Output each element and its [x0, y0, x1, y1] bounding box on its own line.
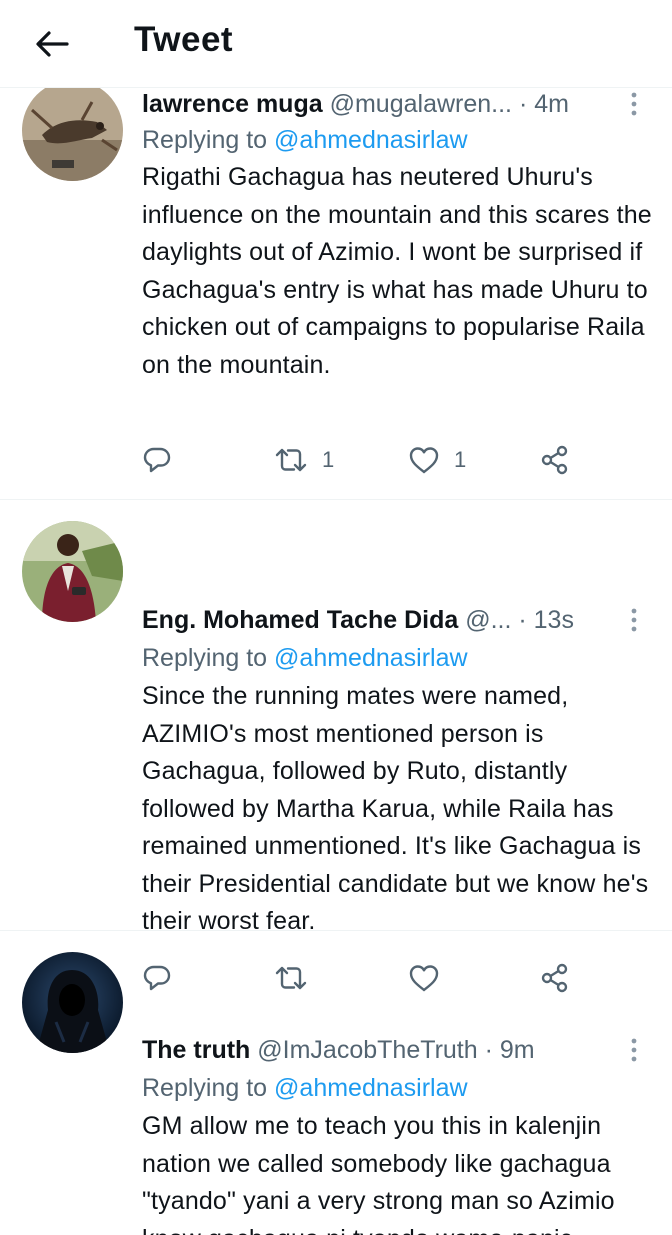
- separator-dot: ·: [518, 90, 528, 118]
- top-bar: Tweet: [0, 0, 672, 88]
- replying-to-handle[interactable]: @ahmednasirlaw: [274, 1074, 468, 1102]
- like-count: 1: [454, 447, 467, 472]
- author-name[interactable]: lawrence muga: [142, 90, 323, 118]
- author-handle[interactable]: @...: [465, 606, 511, 634]
- tweet-header: lawrence muga @mugalawren... · 4m: [142, 88, 624, 122]
- tweet-time[interactable]: 13s: [534, 606, 574, 634]
- more-vertical-icon: [631, 1038, 637, 1062]
- more-vertical-icon: [631, 608, 637, 632]
- replying-to-handle[interactable]: @ahmednasirlaw: [274, 126, 468, 154]
- retweet-count: 1: [322, 447, 335, 472]
- replying-to: Replying to @ahmednasirlaw: [142, 1070, 468, 1106]
- tweet-header: The truth @ImJacobTheTruth · 9m: [142, 1032, 624, 1068]
- tweet-time[interactable]: 4m: [534, 90, 569, 118]
- heart-icon: [409, 447, 439, 474]
- replying-to: Replying to @ahmednasirlaw: [142, 640, 468, 676]
- share-button[interactable]: [540, 440, 570, 480]
- reply-feed: lawrence muga @mugalawren... · 4m Replyi…: [0, 88, 672, 1235]
- replying-to-handle[interactable]: @ahmednasirlaw: [274, 644, 468, 672]
- replying-to-label: Replying to: [142, 1074, 268, 1102]
- tweet-header: Eng. Mohamed Tache Dida @... · 13s: [142, 602, 624, 638]
- share-icon: [541, 445, 568, 475]
- arrow-left-icon: [36, 31, 69, 57]
- tweet-text: GM allow me to teach you this in kalenji…: [142, 1112, 615, 1235]
- tweet-time[interactable]: 9m: [500, 1036, 535, 1064]
- tweet-text: Since the running mates were named, AZIM…: [142, 682, 649, 935]
- page-title: Tweet: [134, 20, 234, 59]
- replying-to-label: Replying to: [142, 126, 268, 154]
- avatar[interactable]: [22, 521, 123, 622]
- author-handle[interactable]: @ImJacobTheTruth: [257, 1036, 477, 1064]
- tweet[interactable]: The truth @ImJacobTheTruth · 9m Replying…: [0, 931, 672, 1235]
- more-button[interactable]: [624, 602, 644, 638]
- avatar-image: [22, 952, 123, 1053]
- more-vertical-icon: [631, 92, 637, 116]
- separator-dot: ·: [484, 1036, 493, 1064]
- reply-button[interactable]: [142, 440, 186, 480]
- more-button[interactable]: [624, 88, 644, 122]
- author-name[interactable]: The truth: [142, 1036, 250, 1064]
- avatar-image: [22, 88, 123, 181]
- author-handle[interactable]: @mugalawren...: [330, 90, 512, 118]
- author-name[interactable]: Eng. Mohamed Tache Dida: [142, 606, 458, 634]
- retweet-button[interactable]: 1: [274, 440, 334, 480]
- avatar-image: [22, 521, 123, 622]
- back-button[interactable]: [30, 22, 74, 66]
- avatar[interactable]: [22, 88, 123, 181]
- replying-to-label: Replying to: [142, 644, 268, 672]
- tweet[interactable]: lawrence muga @mugalawren... · 4m Replyi…: [0, 88, 672, 500]
- more-button[interactable]: [624, 1032, 644, 1068]
- reply-icon: [143, 447, 171, 473]
- separator-dot: ·: [518, 606, 527, 634]
- avatar[interactable]: [22, 952, 123, 1053]
- tweet-actions: 1 1: [142, 440, 582, 480]
- tweet[interactable]: Eng. Mohamed Tache Dida @... · 13s Reply…: [0, 500, 672, 993]
- like-button[interactable]: 1: [408, 440, 466, 480]
- retweet-icon: [275, 448, 307, 472]
- replying-to: Replying to @ahmednasirlaw: [142, 122, 468, 158]
- tweet-text: Rigathi Gachagua has neutered Uhuru's in…: [142, 163, 652, 379]
